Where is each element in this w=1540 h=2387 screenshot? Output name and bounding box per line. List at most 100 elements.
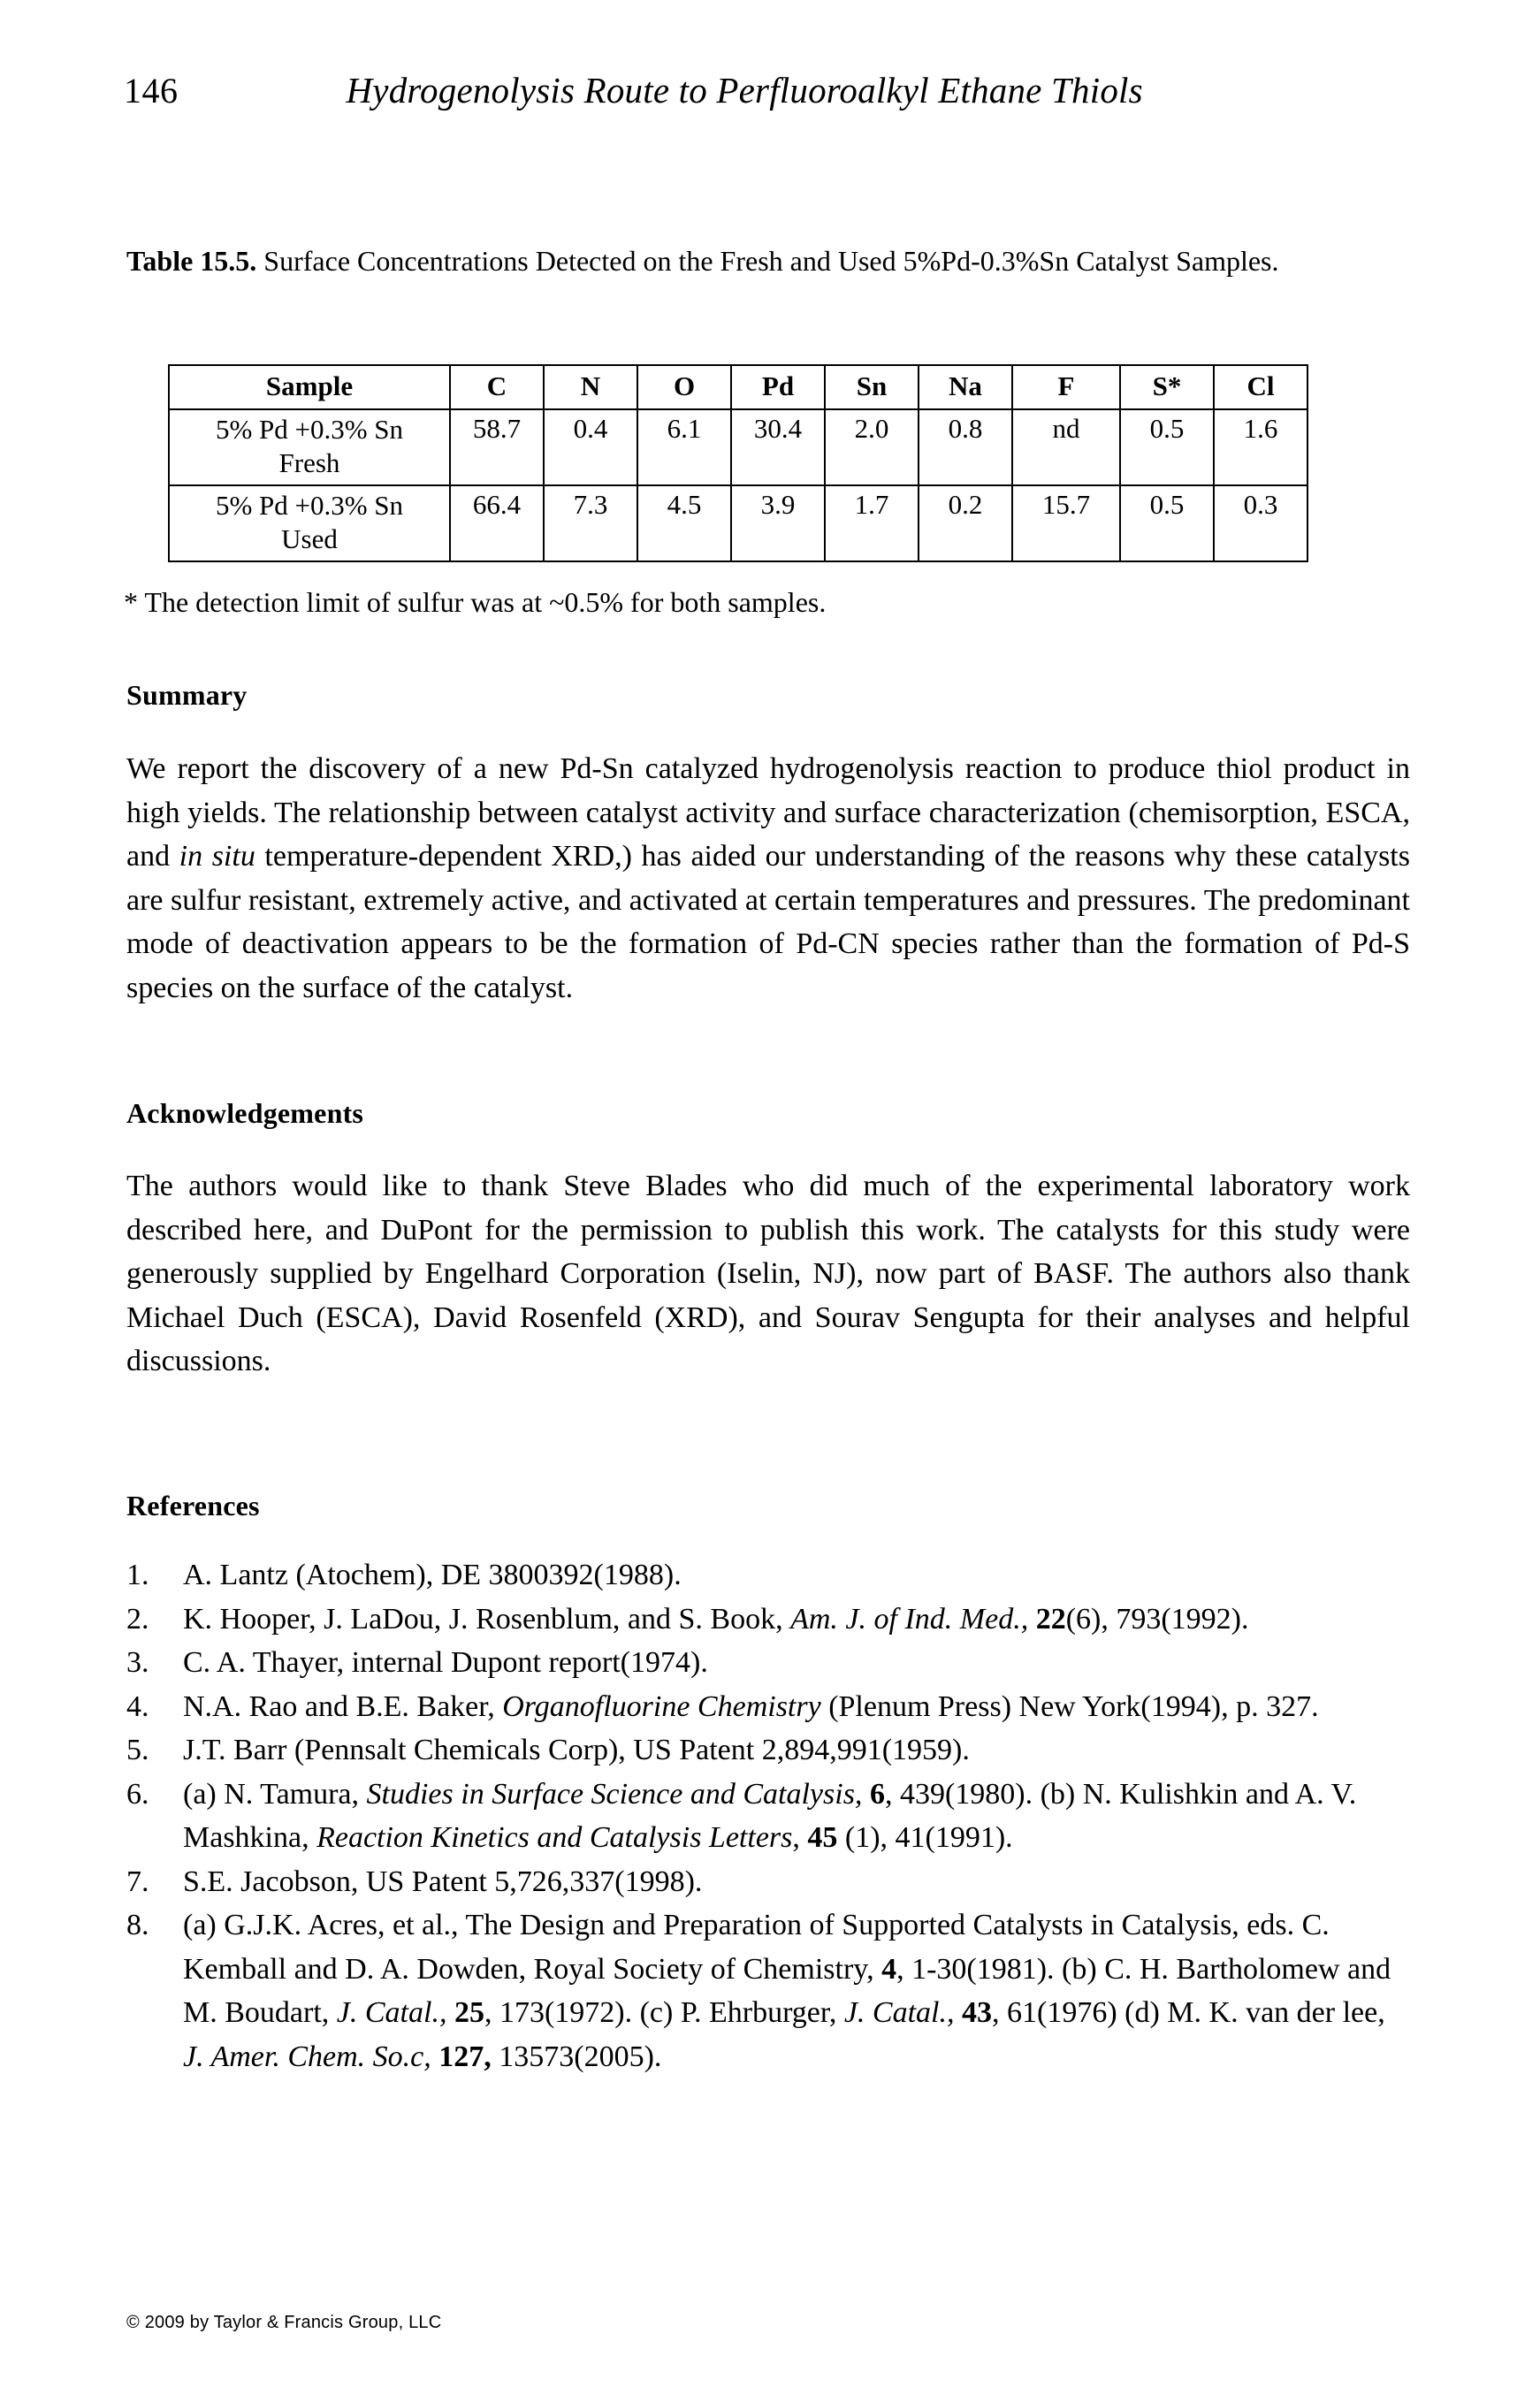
- reference-text: S.E. Jacobson, US Patent 5,726,337(1998)…: [183, 1860, 1410, 1904]
- table-header-row: Sample C N O Pd Sn Na F S* Cl: [168, 364, 1308, 410]
- page-number: 146: [124, 71, 179, 111]
- reference-text-segment: [1028, 1603, 1036, 1636]
- cell-o: 4.5: [637, 484, 732, 562]
- reference-item: 4. N.A. Rao and B.E. Baker, Organofluorin…: [126, 1685, 1410, 1729]
- table-footnote: * The detection limit of sulfur was at ~…: [124, 586, 827, 618]
- reference-item: 6. (a) N. Tamura, Studies in Surface Sci…: [126, 1773, 1410, 1860]
- reference-italic-segment: J. Catal.,: [843, 1996, 955, 2029]
- cell-cl: 0.3: [1213, 484, 1308, 562]
- table-header: Sample C N O Pd Sn Na F S* Cl: [168, 364, 1308, 410]
- reference-bold-segment: 6: [869, 1777, 885, 1811]
- reference-number: 1.: [126, 1559, 149, 1591]
- reference-number: 3.: [126, 1646, 149, 1679]
- reference-bold-segment: 45: [807, 1821, 838, 1854]
- column-header-sample: Sample: [168, 364, 451, 410]
- reference-text-segment: K. Hooper, J. LaDou, J. Rosenblum, and S…: [183, 1602, 791, 1636]
- reference-italic-segment: Organofluorine Chemistry: [502, 1689, 821, 1723]
- reference-bold-segment: 25: [454, 1996, 484, 2029]
- cell-na: 0.2: [918, 484, 1013, 562]
- column-header-n: N: [543, 364, 638, 410]
- cell-pd: 3.9: [730, 484, 826, 562]
- table-row: 5% Pd +0.3% Sn Used 66.4 7.3 4.5 3.9 1.7…: [168, 484, 1308, 562]
- cell-cl: 1.6: [1213, 408, 1308, 486]
- cell-n: 0.4: [543, 408, 638, 486]
- reference-text: N.A. Rao and B.E. Baker, Organofluorine …: [183, 1685, 1410, 1729]
- section-heading-acknowledgements: Acknowledgements: [126, 1097, 364, 1129]
- reference-number: 8.: [126, 1909, 149, 1941]
- references-list: 1. A. Lantz (Atochem), DE 3800392(1988). 2…: [126, 1553, 1410, 2078]
- reference-bold-segment: 4: [881, 1952, 897, 1986]
- column-header-pd: Pd: [730, 364, 826, 410]
- reference-italic-segment: Studies in Surface Science and Catalysis…: [366, 1777, 863, 1811]
- table-caption-label: Table 15.5.: [126, 245, 257, 277]
- reference-item: 5. J.T. Barr (Pennsalt Chemicals Corp), U…: [126, 1728, 1410, 1773]
- reference-text: (a) N. Tamura, Studies in Surface Scienc…: [183, 1773, 1410, 1860]
- reference-italic-segment: Reaction Kinetics and Catalysis Letters: [316, 1821, 793, 1854]
- reference-text: (a) G.J.K. Acres, et al., The Design and…: [183, 1903, 1410, 2078]
- reference-text-segment: S.E. Jacobson, US Patent 5,726,337(1998)…: [183, 1865, 703, 1898]
- reference-text-segment: 13573(2005).: [491, 2040, 662, 2073]
- reference-text-segment: (a) N. Tamura,: [183, 1777, 367, 1811]
- reference-text-segment: A. Lantz (Atochem), DE 3800392(1988).: [183, 1559, 682, 1591]
- column-header-c: C: [449, 364, 545, 410]
- cell-s: 0.5: [1119, 484, 1215, 562]
- table-container: Sample C N O Pd Sn Na F S* Cl 5% Pd +0.3…: [168, 364, 1308, 562]
- reference-italic-segment: J. Catal.,: [336, 1996, 447, 2029]
- reference-item: 3. C. A. Thayer, internal Dupont report(1…: [126, 1641, 1410, 1685]
- reference-text: J.T. Barr (Pennsalt Chemicals Corp), US …: [183, 1728, 1410, 1773]
- reference-number: 4.: [126, 1689, 149, 1723]
- reference-text-segment: (6), 793(1992).: [1065, 1602, 1249, 1636]
- running-title: Hydrogenolysis Route to Perfluoroalkyl E…: [346, 70, 1143, 111]
- cell-sn: 1.7: [824, 484, 919, 562]
- reference-number: 6.: [126, 1777, 149, 1811]
- column-header-cl: Cl: [1213, 364, 1308, 410]
- column-header-sn: Sn: [824, 364, 919, 410]
- table-body: 5% Pd +0.3% Sn Fresh 58.7 0.4 6.1 30.4 2…: [168, 408, 1308, 562]
- table-caption-text: Surface Concentrations Detected on the F…: [256, 245, 1279, 277]
- reference-text-segment: [955, 1996, 963, 2029]
- surface-concentrations-table: Sample C N O Pd Sn Na F S* Cl 5% Pd +0.3…: [168, 364, 1308, 562]
- reference-text-segment: ,: [792, 1821, 808, 1854]
- column-header-o: O: [637, 364, 732, 410]
- reference-text-segment: [431, 2040, 439, 2073]
- cell-c: 58.7: [449, 408, 545, 486]
- reference-italic-segment: J. Amer. Chem. So.c,: [183, 2040, 431, 2073]
- table-caption: Table 15.5. Surface Concentrations Detec…: [126, 240, 1391, 282]
- reference-item: 8. (a) G.J.K. Acres, et al., The Design a…: [126, 1903, 1410, 2078]
- cell-sn: 2.0: [824, 408, 919, 486]
- column-header-na: Na: [918, 364, 1013, 410]
- reference-text-segment: C. A. Thayer, internal Dupont report(197…: [183, 1646, 708, 1679]
- reference-number: 5.: [126, 1734, 149, 1766]
- cell-c: 66.4: [449, 484, 545, 562]
- section-heading-references: References: [126, 1490, 260, 1521]
- reference-item: 1. A. Lantz (Atochem), DE 3800392(1988).: [126, 1553, 1410, 1598]
- reference-text: K. Hooper, J. LaDou, J. Rosenblum, and S…: [183, 1598, 1410, 1642]
- reference-text: A. Lantz (Atochem), DE 3800392(1988).: [183, 1553, 1410, 1598]
- cell-f: nd: [1011, 408, 1121, 486]
- table-row: 5% Pd +0.3% Sn Fresh 58.7 0.4 6.1 30.4 2…: [168, 408, 1308, 486]
- section-heading-summary: Summary: [126, 679, 248, 711]
- cell-s: 0.5: [1119, 408, 1215, 486]
- copyright-notice: © 2009 by Taylor & Francis Group, LLC: [126, 2313, 442, 2332]
- sample-name-line1: 5% Pd +0.3% Sn: [215, 490, 404, 521]
- reference-italic-segment: Am. J. of Ind. Med.,: [790, 1602, 1029, 1636]
- reference-text-segment: N.A. Rao and B.E. Baker,: [183, 1689, 503, 1723]
- cell-pd: 30.4: [730, 408, 826, 486]
- reference-bold-segment: 43: [962, 1996, 992, 2029]
- column-header-f: F: [1011, 364, 1121, 410]
- cell-sample-name: 5% Pd +0.3% Sn Used: [168, 484, 451, 562]
- summary-text-italic: in situ: [179, 840, 255, 873]
- reference-bold-segment: 127,: [438, 2040, 492, 2073]
- reference-number: 7.: [126, 1865, 149, 1898]
- acknowledgements-paragraph: The authors would like to thank Steve Bl…: [126, 1170, 1410, 1377]
- running-head: 146 Hydrogenolysis Route to Perfluoroalk…: [124, 69, 1423, 118]
- cell-f: 15.7: [1011, 484, 1121, 562]
- cell-o: 6.1: [637, 408, 732, 486]
- sample-name-line1: 5% Pd +0.3% Sn: [215, 414, 404, 445]
- cell-na: 0.8: [918, 408, 1013, 486]
- sample-name-line2: Fresh: [278, 447, 340, 478]
- column-header-s: S*: [1119, 364, 1215, 410]
- reference-number: 2.: [126, 1602, 149, 1636]
- reference-text-segment: [446, 1996, 454, 2029]
- sample-name-line2: Used: [281, 523, 338, 554]
